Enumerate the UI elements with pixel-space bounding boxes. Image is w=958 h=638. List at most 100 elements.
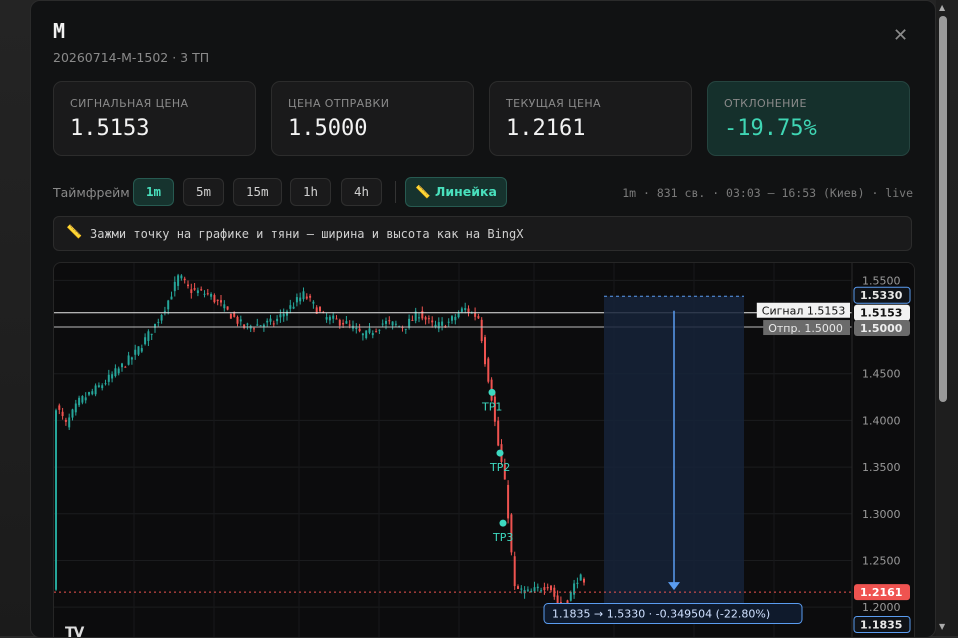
- page-scrollbar[interactable]: ▲ ▼: [936, 0, 950, 636]
- candle-body: [94, 385, 97, 395]
- price-chart[interactable]: Сигнал 1.5153 Отпр. 1.5000 TP1 TP2 TP3 1.1835…: [53, 262, 915, 638]
- price-tick-label: 1.5500: [862, 274, 901, 287]
- candle-body: [104, 383, 107, 385]
- card-value: 1.2161: [506, 116, 586, 141]
- candle-body: [394, 323, 397, 325]
- candle-body: [121, 363, 123, 368]
- candle-body: [381, 323, 384, 325]
- candle-body: [517, 586, 519, 589]
- candle-body: [573, 583, 576, 595]
- timeframe-5m-button[interactable]: 5m: [183, 178, 225, 206]
- candle-body: [190, 289, 193, 294]
- ruler-icon: 📏: [415, 184, 431, 199]
- candle-body: [269, 318, 272, 322]
- candle-body: [124, 366, 127, 368]
- candle-body: [536, 586, 539, 589]
- candle-body: [286, 311, 288, 316]
- candle-body: [262, 324, 265, 327]
- candle-body: [130, 357, 133, 360]
- ruler-button-label: Линейка: [435, 184, 497, 199]
- current-price-card: ТЕКУЩАЯ ЦЕНА 1.2161: [489, 81, 692, 156]
- ruler-button[interactable]: 📏 Линейка: [405, 177, 507, 207]
- candle-body: [239, 319, 242, 322]
- candle-body: [84, 397, 87, 401]
- candle-body: [173, 281, 176, 292]
- take-profit-label: TP2: [489, 461, 510, 474]
- candle-body: [441, 321, 444, 326]
- candle-body: [312, 301, 315, 304]
- close-icon[interactable]: ✕: [893, 25, 908, 46]
- candle-body: [101, 385, 104, 389]
- candle-body: [147, 331, 150, 341]
- candle-body: [543, 587, 546, 591]
- candle-body: [480, 319, 483, 342]
- candle-body: [282, 313, 285, 317]
- timeframe-4h-button[interactable]: 4h: [341, 178, 383, 206]
- chart-canvas[interactable]: Сигнал 1.5153 Отпр. 1.5000 TP1 TP2 TP3 1.1835…: [54, 263, 914, 638]
- timeframe-1m-button[interactable]: 1m: [133, 178, 175, 206]
- candle-body: [134, 349, 137, 355]
- send-price-card: ЦЕНА ОТПРАВКИ 1.5000: [271, 81, 474, 156]
- candle-body: [404, 328, 407, 330]
- candle-body: [457, 313, 460, 318]
- candle-body: [464, 308, 467, 311]
- candle-body: [203, 293, 206, 295]
- candle-body: [477, 316, 480, 319]
- candle-body: [292, 306, 295, 309]
- candle-body: [226, 306, 229, 310]
- timeframe-1h-button[interactable]: 1h: [290, 178, 332, 206]
- candle-body: [305, 296, 308, 299]
- candle-body: [546, 587, 549, 589]
- take-profit-marker: [499, 519, 507, 527]
- candle-body: [71, 409, 74, 418]
- send-line-label: Отпр. 1.5000: [768, 322, 843, 335]
- candle-body: [213, 295, 216, 303]
- candle-body: [196, 290, 199, 294]
- candle-body: [216, 299, 219, 301]
- scroll-down-icon[interactable]: ▼: [939, 622, 945, 631]
- modal-subtitle: 20260714-M-1502 · 3 ТП: [53, 50, 210, 65]
- candle-body: [68, 417, 71, 428]
- candle-body: [180, 275, 183, 279]
- card-label: ЦЕНА ОТПРАВКИ: [288, 97, 390, 110]
- candle-body: [200, 289, 203, 291]
- price-tick-label: 1.4000: [862, 414, 901, 427]
- candle-body: [302, 291, 305, 300]
- card-value: 1.5000: [288, 116, 368, 141]
- candle-body: [325, 317, 328, 320]
- price-tick-label: 1.3500: [862, 461, 901, 474]
- deviation-card: ОТКЛОНЕНИЕ -19.75%: [707, 81, 910, 156]
- current-price-badge: 1.2161: [860, 586, 902, 599]
- candle-body: [61, 411, 64, 417]
- candle-body: [127, 355, 130, 365]
- candle-body: [550, 585, 552, 591]
- candle-body: [74, 403, 77, 413]
- candle-body: [229, 313, 232, 319]
- candle-body: [520, 588, 523, 590]
- candle-body: [358, 328, 361, 332]
- ruler-top-badge: 1.5330: [860, 289, 903, 302]
- candle-body: [345, 321, 348, 324]
- scrollbar-thumb[interactable]: [939, 16, 947, 402]
- candle-body: [365, 330, 368, 339]
- candle-body: [160, 315, 163, 321]
- candle-body: [335, 318, 338, 320]
- candle-body: [177, 275, 180, 286]
- timeframe-15m-button[interactable]: 15m: [233, 178, 282, 206]
- candle-body: [424, 317, 427, 320]
- ruler-hint: 📏 Зажми точку на графике и тяни — ширина…: [53, 216, 912, 251]
- candle-body: [583, 578, 585, 583]
- scroll-up-icon[interactable]: ▲: [939, 3, 945, 12]
- candle-body: [371, 333, 374, 336]
- candle-body: [137, 346, 140, 355]
- candle-body: [253, 328, 255, 330]
- candle-body: [454, 316, 457, 321]
- candle-body: [170, 296, 173, 300]
- candle-body: [88, 392, 90, 395]
- candle-body: [206, 293, 209, 295]
- candle-body: [220, 300, 222, 303]
- ruler-icon: 📏: [66, 225, 83, 240]
- candle-body: [421, 311, 424, 319]
- candle-body: [64, 419, 67, 422]
- candle-body: [55, 410, 57, 590]
